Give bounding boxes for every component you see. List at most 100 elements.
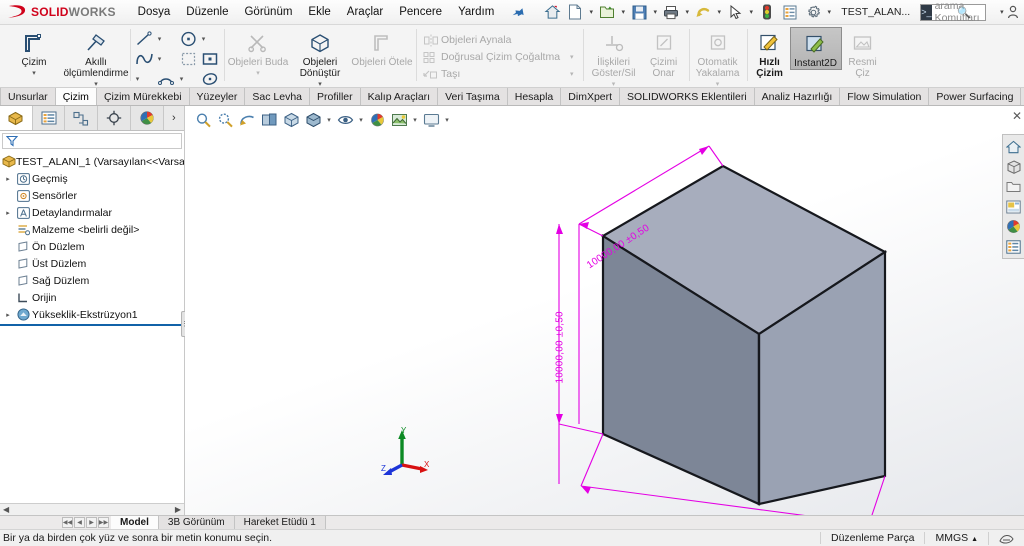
select-cursor-icon[interactable] — [724, 2, 746, 23]
mirror-entities-button[interactable]: Objeleri Aynala — [421, 32, 578, 49]
tree-filter-input[interactable] — [2, 132, 182, 149]
print-caret-icon[interactable]: ▾ — [683, 8, 691, 16]
repair-sketch-button[interactable]: Çizimi Onar — [642, 27, 686, 79]
bottom-tab-hareket-etudu-1[interactable]: Hareket Etüdü 1 — [234, 516, 326, 529]
menu-yardim[interactable]: Yardım — [450, 3, 502, 21]
save-icon[interactable] — [628, 2, 650, 23]
linear-pattern-caret-icon[interactable]: ▾ — [560, 53, 574, 61]
convert-entities-caret-icon[interactable]: ▾ — [318, 80, 322, 87]
quick-snaps-caret-icon[interactable]: ▾ — [716, 80, 720, 87]
tree-item-detaylandirmalar[interactable]: ▸ Detaylandırmalar — [0, 204, 184, 221]
view-settings-caret-icon[interactable]: ▾ — [443, 116, 451, 124]
convert-entities-button[interactable]: Objeleri Dönüştür ▾ — [289, 27, 351, 87]
spline-icon[interactable] — [133, 49, 155, 68]
file-properties-icon[interactable] — [779, 2, 801, 23]
model-viewport[interactable] — [345, 124, 995, 515]
display-style-icon[interactable] — [303, 110, 323, 129]
undo-caret-icon[interactable]: ▾ — [715, 8, 723, 16]
menu-dosya[interactable]: Dosya — [130, 3, 179, 21]
line-caret-icon[interactable]: ▾ — [155, 29, 164, 48]
trim-entities-icon[interactable] — [177, 49, 199, 68]
spline-caret-icon[interactable]: ▾ — [155, 49, 164, 68]
custom-properties-icon[interactable] — [1004, 237, 1023, 256]
previous-view-icon[interactable] — [237, 110, 257, 129]
tree-item-yukseklik-ekstruzyon1[interactable]: ▸ Yükseklik-Ekstrüzyon1 — [0, 306, 184, 323]
tab-power-surfacing[interactable]: Power Surfacing — [929, 88, 1022, 105]
quick-snaps-button[interactable]: Otomatik Yakalama ▾ — [692, 27, 744, 87]
move-entities-button[interactable]: Taşı ▾ — [421, 66, 578, 83]
display-delete-relations-caret-icon[interactable]: ▾ — [612, 80, 616, 87]
nav-prev-icon[interactable]: ◀ — [74, 517, 85, 528]
tree-item-ust-duzlem[interactable]: Üst Düzlem — [0, 255, 184, 272]
tab-hesapla[interactable]: Hesapla — [507, 88, 562, 105]
status-units-caret-icon[interactable]: ▲ — [971, 536, 978, 543]
trim-entities-caret-icon[interactable]: ▾ — [256, 69, 260, 77]
bottom-tab-3b-gorunum[interactable]: 3B Görünüm — [158, 516, 235, 529]
tab-solidworks-eklentileri[interactable]: SOLIDWORKS Eklentileri — [620, 88, 755, 105]
user-account-icon[interactable] — [1004, 2, 1022, 22]
sketch-dropdown-caret-icon[interactable]: ▾ — [32, 69, 36, 77]
rectangle-caret-icon[interactable]: ▾ — [133, 69, 142, 87]
tab-unsurlar[interactable]: Unsurlar — [0, 88, 56, 105]
tab-profiller[interactable]: Profiller — [310, 88, 361, 105]
open-document-icon[interactable] — [596, 2, 618, 23]
file-explorer-icon[interactable] — [1004, 177, 1023, 196]
tab-analiz-hazirligi[interactable]: Analiz Hazırlığı — [754, 88, 841, 105]
tree-root-item[interactable]: TEST_ALANI_1 (Varsayılan<<Varsayılan> — [0, 153, 184, 170]
print-icon[interactable] — [660, 2, 682, 23]
tab-cizim[interactable]: Çizim — [55, 88, 97, 105]
apply-scene-caret-icon[interactable]: ▾ — [411, 116, 419, 124]
trim-entities-button[interactable]: Objeleri Buda ▾ — [227, 27, 289, 77]
nav-first-icon[interactable]: ◀◀ — [62, 517, 73, 528]
menu-araclar[interactable]: Araçlar — [339, 3, 391, 21]
sketch-button[interactable]: Çizim ▾ — [3, 27, 65, 77]
status-units[interactable]: MMGS ▲ — [924, 532, 988, 544]
zoom-to-fit-icon[interactable] — [193, 110, 213, 129]
arc-icon[interactable] — [155, 69, 177, 87]
menu-pencere[interactable]: Pencere — [391, 3, 450, 21]
height-dimension-text[interactable]: 10000,00 ±0,50 — [555, 311, 566, 383]
design-library-icon[interactable] — [1004, 157, 1023, 176]
close-view-icon[interactable]: ✕ — [1012, 109, 1022, 123]
smart-dimension-caret-icon[interactable]: ▾ — [94, 80, 98, 87]
tree-item-sag-duzlem[interactable]: Sağ Düzlem — [0, 272, 184, 289]
save-caret-icon[interactable]: ▾ — [651, 8, 659, 16]
line-icon[interactable] — [133, 29, 155, 48]
tree-item-gecmis[interactable]: ▸ Geçmiş — [0, 170, 184, 187]
arc-caret-icon[interactable]: ▾ — [177, 69, 186, 87]
tree-item-sensorler[interactable]: Sensörler — [0, 187, 184, 204]
more-tabs-chevron-right-icon[interactable]: › — [163, 106, 185, 130]
new-document-caret-icon[interactable]: ▾ — [587, 8, 595, 16]
move-entities-caret-icon[interactable]: ▾ — [560, 70, 574, 78]
gecmis-twist-icon[interactable]: ▸ — [2, 175, 14, 183]
configuration-manager-tab[interactable] — [65, 106, 99, 130]
section-view-icon[interactable] — [259, 110, 279, 129]
tab-flow-simulation[interactable]: Flow Simulation — [840, 88, 930, 105]
offset-entities-button[interactable]: Objeleri Ötele — [351, 27, 413, 68]
view-palette-icon[interactable] — [1004, 197, 1023, 216]
zoom-to-area-icon[interactable] — [215, 110, 235, 129]
new-document-icon[interactable] — [564, 2, 586, 23]
nav-next-icon[interactable]: ▶ — [86, 517, 97, 528]
instant2d-button[interactable]: Instant2D — [789, 27, 842, 70]
tree-item-malzeme[interactable]: Malzeme <belirli değil> — [0, 221, 184, 238]
rectangle-icon[interactable] — [199, 49, 221, 68]
options-caret-icon[interactable]: ▾ — [825, 8, 833, 16]
dimxpert-manager-tab[interactable] — [98, 106, 131, 130]
smart-dimension-button[interactable]: Akıllı ölçümlendirme ▾ — [63, 27, 129, 87]
options-gear-icon[interactable] — [802, 2, 824, 23]
tree-item-on-duzlem[interactable]: Ön Düzlem — [0, 238, 184, 255]
circle-icon[interactable] — [177, 29, 199, 48]
overlay-icon[interactable] — [988, 531, 1020, 545]
tab-kalip-araclari[interactable]: Kalıp Araçları — [360, 88, 439, 105]
menu-duzenle[interactable]: Düzenle — [178, 3, 236, 21]
tab-sac-levha[interactable]: Sac Levha — [245, 88, 311, 105]
tab-dimxpert[interactable]: DimXpert — [561, 88, 621, 105]
pin-icon[interactable] — [510, 3, 528, 21]
magnifier-icon[interactable]: 🔍 — [957, 6, 971, 19]
view-orientation-icon[interactable] — [281, 110, 301, 129]
tree-item-orijin[interactable]: Orijin — [0, 289, 184, 306]
tab-cizim-murekkebi[interactable]: Çizim Mürekkebi — [96, 88, 190, 105]
hide-show-caret-icon[interactable]: ▾ — [357, 116, 365, 124]
home-icon[interactable] — [541, 2, 563, 23]
